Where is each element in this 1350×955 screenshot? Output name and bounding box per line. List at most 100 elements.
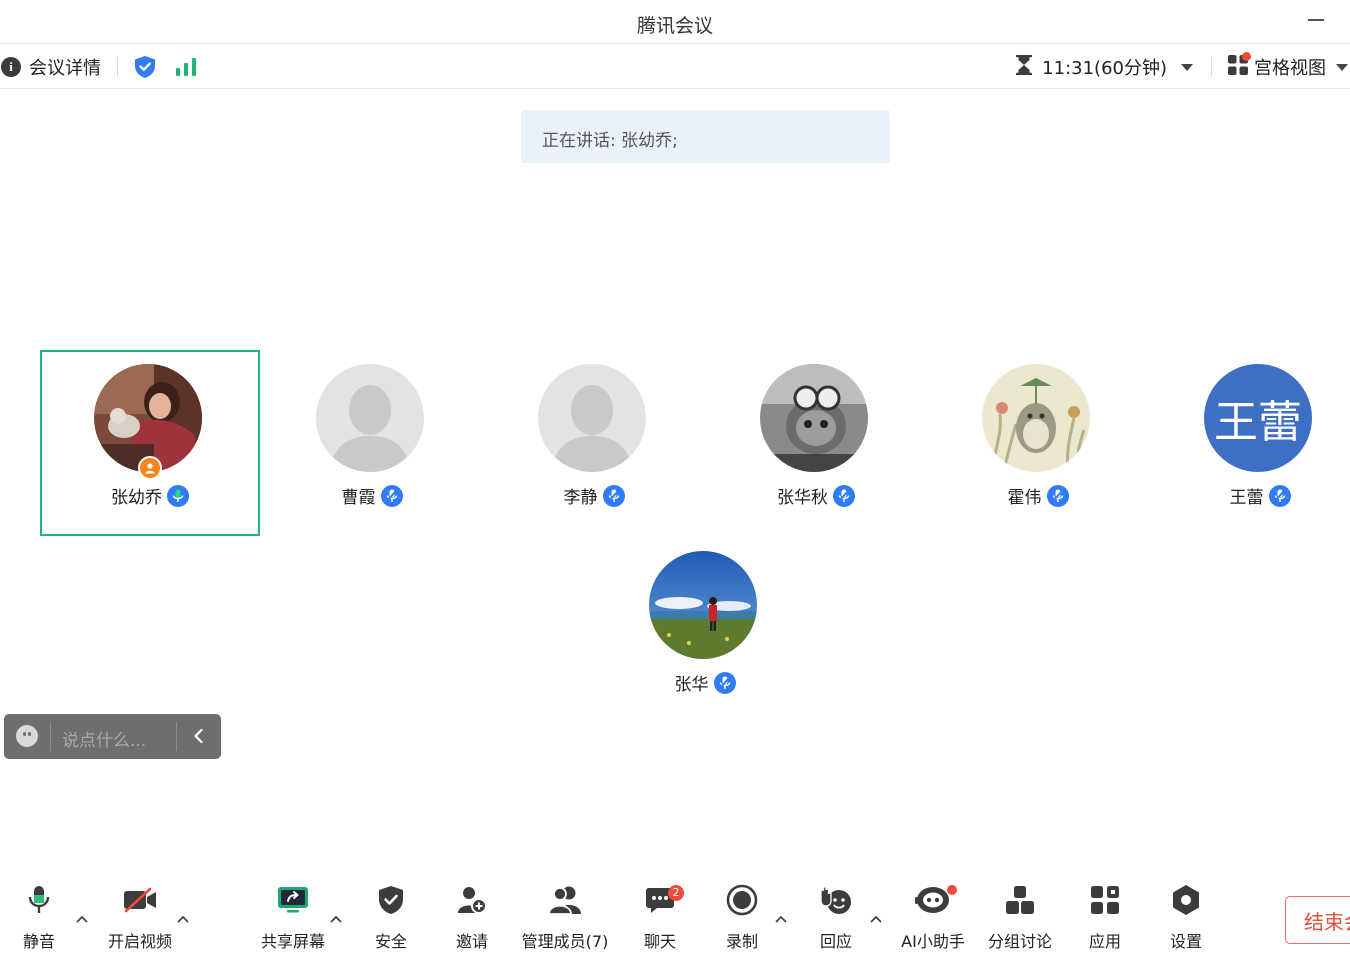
apps-grid-icon [1090, 878, 1120, 922]
reaction-options-chevron-icon[interactable] [870, 914, 882, 926]
notification-dot [1242, 52, 1251, 61]
participant-name: 李静 [563, 488, 598, 508]
participant-name: 曹霞 [341, 488, 376, 508]
microphone-icon [27, 878, 51, 922]
video-options-chevron-icon[interactable] [177, 914, 189, 926]
invite-button[interactable]: 邀请 [452, 878, 492, 952]
participant-tile[interactable]: 张幼乔 [40, 350, 260, 536]
manage-members-label: 管理成员(7) [521, 932, 609, 951]
mic-muted-icon [1046, 484, 1069, 507]
ai-assistant-button[interactable]: AI小助手 [896, 878, 970, 952]
audio-options-chevron-icon[interactable] [76, 914, 88, 926]
window-title: 腾讯会议 [636, 15, 713, 37]
grid-view-icon[interactable] [1228, 52, 1251, 79]
end-meeting-button[interactable]: 结束会议 [1285, 896, 1350, 944]
text-avatar: 王蕾 [1204, 364, 1312, 472]
record-icon [726, 878, 758, 922]
unread-count-badge: 2 [668, 885, 684, 901]
view-dropdown-caret-icon[interactable] [1336, 63, 1348, 71]
collapse-chevron-icon[interactable] [188, 725, 210, 747]
host-icon [138, 456, 162, 480]
invite-label: 邀请 [455, 932, 488, 951]
chat-bubble-icon: 2 [645, 878, 684, 922]
ai-notification-dot [947, 885, 957, 895]
speaking-indicator: 正在讲话: 张幼乔; [521, 110, 890, 163]
manage-members-button[interactable]: 管理成员(7) [520, 878, 610, 952]
minimize-button[interactable] [1308, 19, 1324, 21]
reaction-label: 回应 [819, 932, 852, 951]
reaction-button[interactable]: 回应 [816, 878, 856, 952]
start-video-button[interactable]: 开启视频 [104, 878, 176, 952]
mic-muted-icon [833, 484, 855, 507]
title-bar: 腾讯会议 [0, 0, 1350, 44]
chat-input[interactable]: 说点什么... [62, 726, 146, 751]
members-icon [547, 878, 583, 922]
mic-muted-icon [602, 484, 625, 507]
hourglass-icon [1015, 54, 1033, 79]
participant-name: 张华 [674, 675, 709, 695]
chat-label: 聊天 [643, 932, 676, 951]
apps-button[interactable]: 应用 [1085, 878, 1125, 952]
share-screen-label: 共享屏幕 [260, 932, 325, 951]
meeting-timer[interactable]: 11:31(60分钟) [1042, 54, 1167, 80]
avatar [760, 364, 868, 472]
security-shield-icon[interactable] [134, 55, 156, 79]
participant-tile[interactable]: 霍伟 [928, 350, 1148, 536]
ai-assistant-label: AI小助手 [901, 932, 965, 951]
breakout-rooms-button[interactable]: 分组讨论 [984, 878, 1056, 952]
mute-button[interactable]: 静音 [19, 878, 59, 952]
share-screen-icon [277, 878, 309, 922]
mute-label: 静音 [22, 932, 55, 951]
start-video-label: 开启视频 [107, 932, 172, 951]
info-icon[interactable]: i [1, 57, 21, 77]
share-options-chevron-icon[interactable] [330, 914, 342, 926]
breakout-rooms-icon [1004, 878, 1036, 922]
default-avatar-icon [538, 364, 646, 472]
divider [117, 57, 118, 77]
invite-user-icon [456, 878, 488, 922]
default-avatar-icon [316, 364, 424, 472]
meeting-info-bar: i 会议详情 11:31(60分钟) 宫格视图 [0, 45, 1350, 89]
avatar [982, 364, 1090, 472]
shield-icon [378, 878, 404, 922]
ai-assistant-icon [915, 878, 957, 922]
record-button[interactable]: 录制 [722, 878, 762, 952]
mic-muted-icon [380, 484, 403, 507]
reaction-hand-icon [819, 878, 853, 922]
divider [1211, 57, 1212, 77]
participant-tile[interactable]: 张华 [595, 537, 815, 723]
participant-name: 张幼乔 [111, 488, 162, 508]
participant-name: 王蕾 [1229, 488, 1264, 508]
security-label: 安全 [374, 932, 407, 951]
participant-name: 张华秋 [777, 488, 828, 508]
record-options-chevron-icon[interactable] [775, 914, 787, 926]
bottom-toolbar: 静音 开启视频 共享屏幕 安全 邀请 管理成员(7) 2 聊天 录制 回应 AI… [0, 878, 1350, 955]
timer-dropdown-caret-icon[interactable] [1181, 63, 1193, 71]
mic-active-icon [167, 484, 189, 507]
meeting-details-link[interactable]: 会议详情 [29, 54, 101, 80]
view-mode-label[interactable]: 宫格视图 [1254, 54, 1326, 80]
participant-tile[interactable]: 王蕾 王蕾 [1150, 350, 1350, 536]
speaking-text: 正在讲话: 张幼乔; [542, 131, 678, 151]
network-signal-icon[interactable] [176, 57, 198, 77]
security-button[interactable]: 安全 [371, 878, 411, 952]
breakout-rooms-label: 分组讨论 [987, 932, 1052, 951]
participant-tile[interactable]: 李静 [484, 350, 704, 536]
apps-label: 应用 [1088, 932, 1121, 951]
mic-muted-icon [1268, 484, 1291, 507]
participant-tile[interactable]: 张华秋 [706, 350, 926, 536]
divider [176, 722, 177, 751]
record-label: 录制 [725, 932, 758, 951]
mic-muted-icon [713, 671, 736, 694]
divider [50, 722, 51, 751]
chat-button[interactable]: 2 聊天 [640, 878, 684, 952]
avatar [649, 551, 757, 659]
participant-name: 霍伟 [1007, 488, 1042, 508]
settings-button[interactable]: 设置 [1166, 878, 1206, 952]
settings-label: 设置 [1169, 932, 1202, 951]
participant-tile[interactable]: 曹霞 [262, 350, 482, 536]
gear-icon [1170, 878, 1202, 922]
share-screen-button[interactable]: 共享屏幕 [257, 878, 329, 952]
emoji-icon[interactable] [16, 725, 38, 747]
quick-chat-bar: 说点什么... [4, 714, 221, 759]
